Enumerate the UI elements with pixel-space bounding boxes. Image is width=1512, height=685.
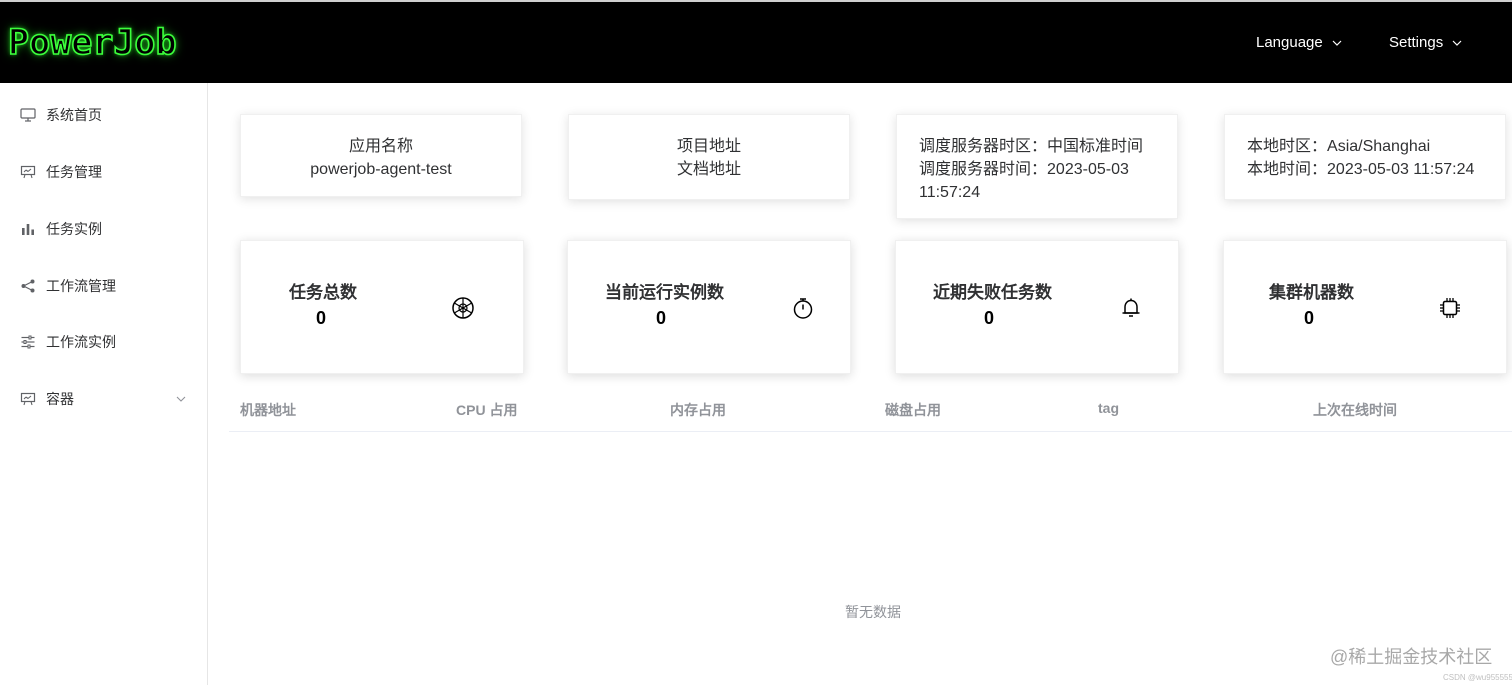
sidebar-item-label: 容器 [46, 391, 74, 407]
sidebar-item-label: 任务实例 [46, 221, 102, 237]
monitor-icon [20, 107, 36, 123]
column-header-address: 机器地址 [240, 402, 296, 418]
sidebar-item-container[interactable]: 容器 [0, 379, 207, 419]
share-icon [20, 278, 36, 294]
language-menu-label: Language [1256, 34, 1323, 51]
docs-address-link[interactable]: 文档地址 [569, 158, 849, 181]
running-instances-card: 当前运行实例数 0 [567, 240, 851, 374]
links-card: 项目地址 文档地址 [568, 114, 850, 200]
top-header: PowerJob Language Settings [0, 0, 1512, 83]
aperture-icon [452, 297, 474, 319]
column-header-memory: 内存占用 [670, 402, 726, 418]
sidebar-menu: 系统首页 任务管理 任务实例 工作流管理 工作流实例 容器 [0, 83, 208, 685]
sidebar-item-workflow-manage[interactable]: 工作流管理 [0, 266, 207, 306]
local-timezone-label: 本地时区： [1247, 138, 1328, 155]
local-time-card: 本地时区：Asia/Shanghai 本地时间：2023-05-03 11:57… [1224, 114, 1506, 200]
server-timezone-value: 中国标准时间 [1047, 138, 1144, 155]
chevron-down-icon [1332, 40, 1342, 46]
machine-table-header: 机器地址 CPU 占用 内存占用 磁盘占用 tag 上次在线时间 [229, 390, 1512, 432]
total-jobs-card: 任务总数 0 [240, 240, 524, 374]
local-time-value: 2023-05-03 11:57:24 [1327, 161, 1475, 178]
column-header-disk: 磁盘占用 [885, 402, 941, 418]
stat-title: 集群机器数 [1269, 283, 1354, 302]
stopwatch-icon [793, 298, 813, 319]
column-header-cpu: CPU 占用 [456, 402, 518, 418]
local-timezone-line: 本地时区：Asia/Shanghai [1247, 135, 1485, 158]
server-time-line: 调度服务器时间：2023-05-03 11:57:24 [919, 158, 1157, 204]
watermark-text: @稀土掘金技术社区 [1330, 647, 1493, 667]
stat-value: 0 [316, 308, 327, 328]
column-header-last-online: 上次在线时间 [1313, 402, 1397, 418]
settings-menu[interactable]: Settings [1389, 32, 1463, 54]
presentation-icon [20, 391, 36, 407]
sidebar-item-label: 工作流管理 [46, 278, 116, 294]
sidebar-item-job-manage[interactable]: 任务管理 [0, 152, 207, 192]
sidebar-item-home[interactable]: 系统首页 [0, 95, 207, 135]
language-menu[interactable]: Language [1256, 32, 1343, 54]
app-name-card: 应用名称 powerjob-agent-test [240, 114, 522, 197]
bar-chart-icon [20, 221, 36, 237]
presentation-icon [20, 164, 36, 180]
sidebar-item-label: 任务管理 [46, 164, 102, 180]
cluster-machines-card: 集群机器数 0 [1223, 240, 1507, 374]
project-address-link[interactable]: 项目地址 [569, 135, 849, 158]
local-timezone-value: Asia/Shanghai [1327, 138, 1431, 155]
chevron-down-icon[interactable] [175, 393, 187, 405]
server-time-card: 调度服务器时区：中国标准时间 调度服务器时间：2023-05-03 11:57:… [896, 114, 1178, 219]
cpu-icon [1440, 298, 1460, 318]
stat-title: 近期失败任务数 [933, 283, 1052, 302]
stat-value: 0 [656, 308, 667, 328]
stat-value: 0 [984, 308, 995, 328]
local-time-label: 本地时间： [1247, 161, 1328, 178]
stat-value: 0 [1304, 308, 1315, 328]
column-header-tag: tag [1098, 400, 1119, 416]
failed-jobs-card: 近期失败任务数 0 [895, 240, 1179, 374]
server-timezone-line: 调度服务器时区：中国标准时间 [919, 135, 1157, 158]
chevron-down-icon [1452, 40, 1462, 46]
settings-menu-label: Settings [1389, 34, 1444, 51]
stat-title: 任务总数 [289, 283, 357, 302]
bell-icon [1122, 298, 1140, 317]
table-empty-text: 暂无数据 [845, 604, 901, 620]
server-time-label: 调度服务器时间： [919, 161, 1048, 178]
stat-title: 当前运行实例数 [605, 283, 724, 302]
local-time-line: 本地时间：2023-05-03 11:57:24 [1247, 158, 1485, 181]
sliders-icon [20, 334, 36, 350]
powerjob-logo: PowerJob [7, 22, 177, 64]
watermark-small-text: CSDN @wu955555 [1443, 673, 1512, 682]
sidebar-item-job-instance[interactable]: 任务实例 [0, 209, 207, 249]
sidebar-item-label: 工作流实例 [46, 334, 116, 350]
sidebar-item-label: 系统首页 [46, 107, 102, 123]
server-timezone-label: 调度服务器时区： [919, 138, 1048, 155]
app-name-title: 应用名称 [348, 138, 413, 155]
app-name-value: powerjob-agent-test [310, 161, 452, 178]
sidebar-item-workflow-instance[interactable]: 工作流实例 [0, 322, 207, 362]
